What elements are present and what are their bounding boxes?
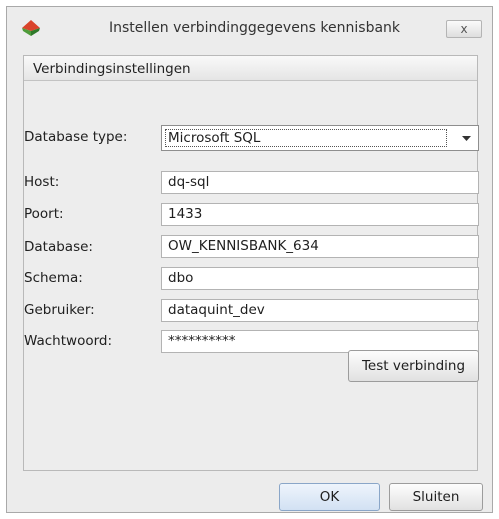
database-type-select[interactable]: Microsoft SQL [161, 125, 479, 151]
schema-label: Schema: [24, 270, 83, 286]
title-bar: Instellen verbindinggegevens kennisbank … [7, 7, 492, 49]
port-input[interactable]: 1433 [161, 203, 479, 226]
database-input[interactable]: OW_KENNISBANK_634 [161, 235, 479, 258]
host-label: Host: [24, 174, 60, 190]
ok-button[interactable]: OK [279, 483, 380, 511]
schema-input[interactable]: dbo [161, 267, 479, 290]
database-type-label: Database type: [24, 129, 128, 145]
close-button[interactable]: Sluiten [389, 483, 483, 511]
user-label: Gebruiker: [24, 302, 95, 318]
group-header: Verbindingsinstellingen [24, 56, 477, 81]
connection-settings-group: Verbindingsinstellingen [23, 55, 478, 471]
database-label: Database: [24, 239, 93, 255]
user-input[interactable]: dataquint_dev [161, 299, 479, 322]
close-icon: x [460, 22, 468, 36]
group-title: Verbindingsinstellingen [33, 61, 191, 77]
dropdown-arrow-icon[interactable] [454, 126, 478, 150]
database-type-value: Microsoft SQL [165, 129, 447, 147]
host-input[interactable]: dq-sql [161, 171, 479, 194]
window-title: Instellen verbindinggegevens kennisbank [108, 20, 401, 36]
window-close-button[interactable]: x [446, 20, 482, 38]
app-logo-icon [22, 20, 40, 36]
password-label: Wachtwoord: [24, 333, 113, 349]
dialog-window: Instellen verbindinggegevens kennisbank … [6, 6, 493, 513]
test-connection-button[interactable]: Test verbinding [348, 350, 479, 382]
port-label: Poort: [24, 206, 64, 222]
